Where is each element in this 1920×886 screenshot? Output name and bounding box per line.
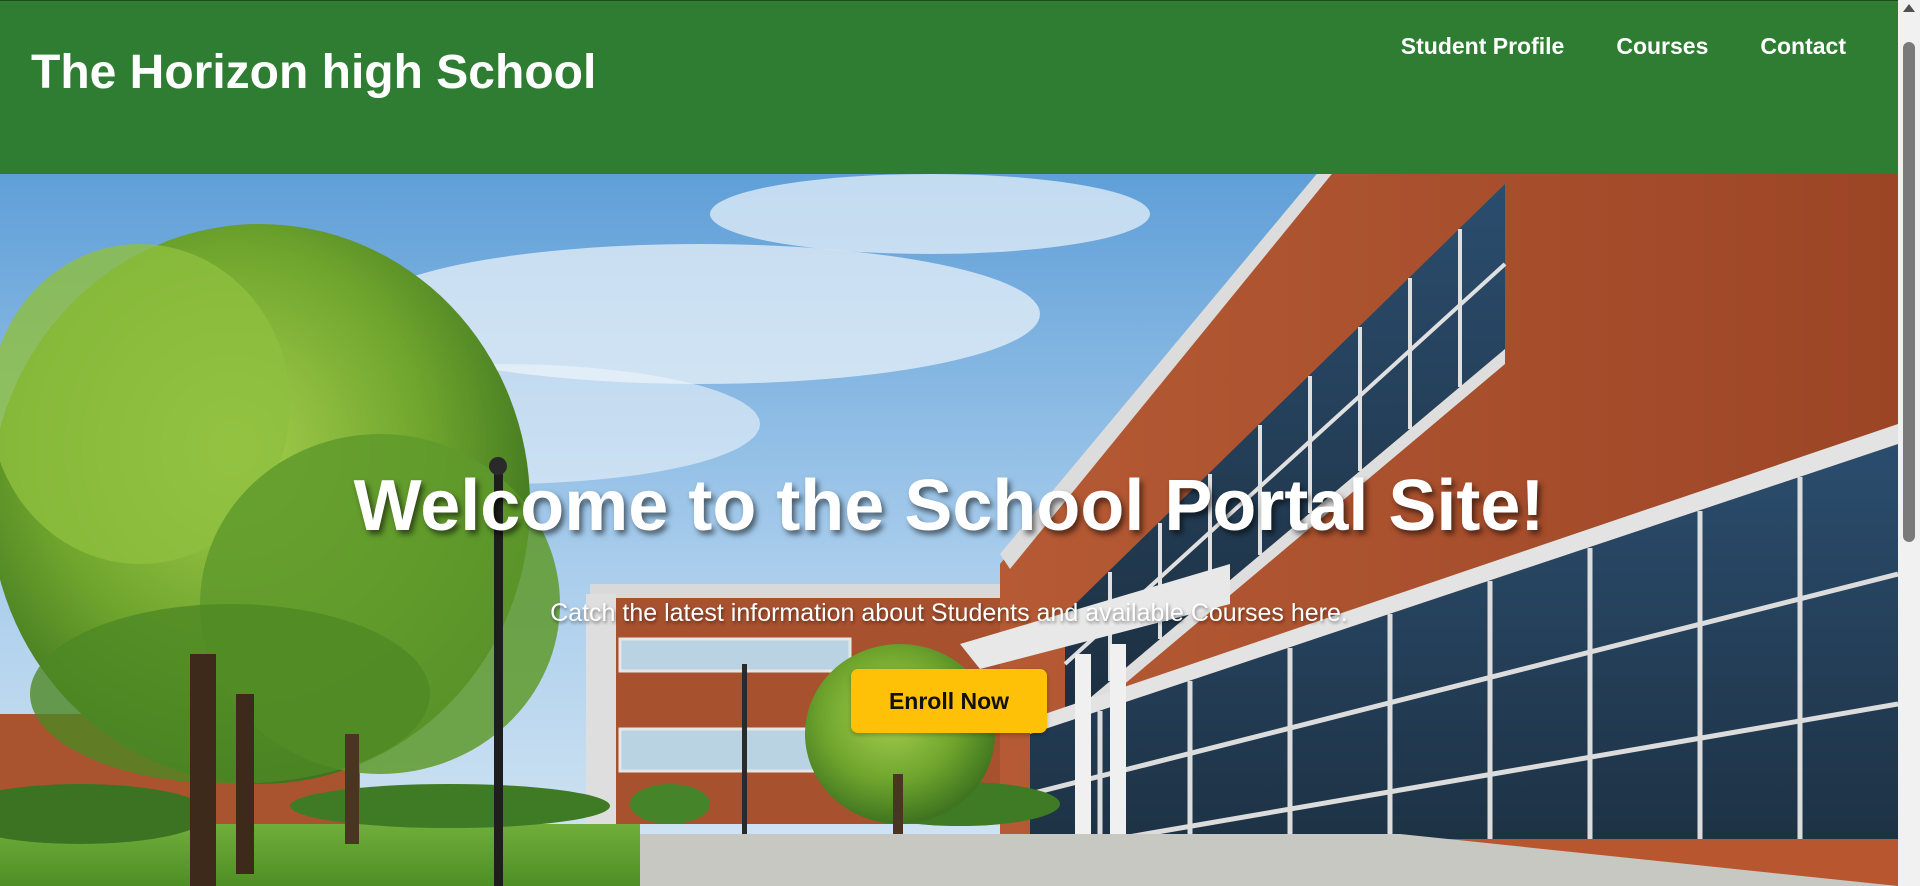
page: The Horizon high School Student Profile … [0, 0, 1920, 886]
site-header: The Horizon high School Student Profile … [0, 0, 1898, 174]
nav-link-contact[interactable]: Contact [1760, 31, 1846, 61]
hero-content: Welcome to the School Portal Site! Catch… [0, 174, 1898, 886]
scroll-up-arrow-icon[interactable] [1903, 4, 1915, 12]
enroll-now-button[interactable]: Enroll Now [851, 669, 1047, 733]
nav-link-student-profile[interactable]: Student Profile [1401, 31, 1565, 61]
hero-subheading: Catch the latest information about Stude… [550, 599, 1348, 627]
main-nav: Student Profile Courses Contact [1401, 31, 1846, 61]
hero-section: Welcome to the School Portal Site! Catch… [0, 174, 1898, 886]
hero-heading: Welcome to the School Portal Site! [353, 466, 1545, 546]
nav-link-courses[interactable]: Courses [1616, 31, 1708, 61]
site-title: The Horizon high School [31, 46, 597, 99]
scrollbar-thumb[interactable] [1903, 42, 1915, 542]
vertical-scrollbar[interactable] [1898, 0, 1920, 886]
